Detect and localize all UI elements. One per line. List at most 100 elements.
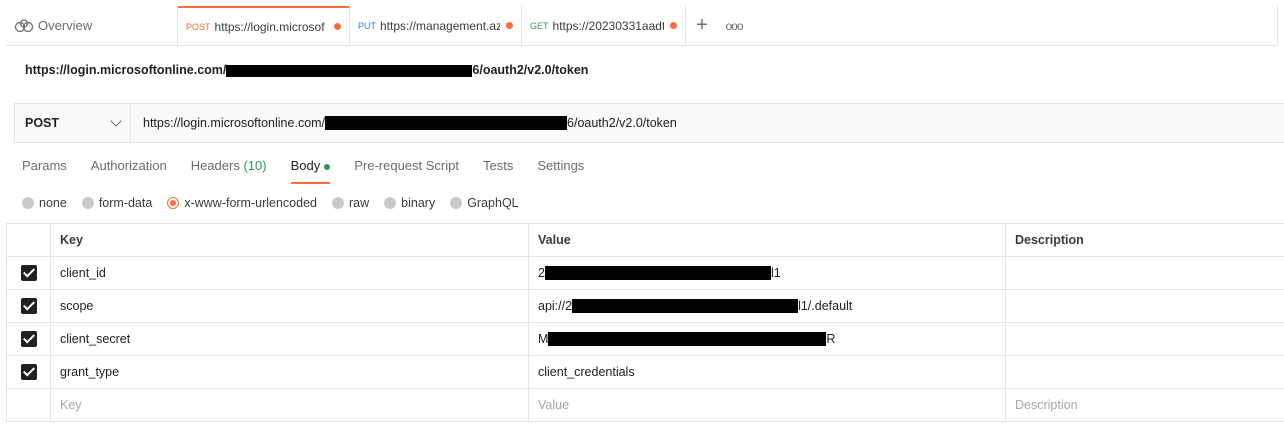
- tab-method-badge: GET: [530, 20, 549, 31]
- row-description[interactable]: [1005, 355, 1284, 389]
- table-header-row: Key Value Description: [6, 223, 1284, 257]
- row-key[interactable]: client_secret: [50, 322, 529, 356]
- radio-binary[interactable]: binary: [384, 196, 435, 210]
- redaction-bar: [572, 299, 799, 314]
- row-value[interactable]: client_credentials: [528, 355, 1006, 389]
- column-header-value: Value: [528, 223, 1006, 257]
- headers-count: (10): [243, 158, 267, 173]
- row-checkbox-cell: [6, 355, 51, 389]
- tab-request-put[interactable]: PUT https://management.az: [350, 6, 522, 45]
- method-label: POST: [25, 116, 60, 130]
- value-prefix: api://2: [538, 298, 573, 313]
- checkbox-header: [6, 223, 51, 257]
- row-key[interactable]: grant_type: [50, 355, 529, 389]
- tab-headers[interactable]: Headers (10): [191, 158, 267, 184]
- row-checkbox-cell: [6, 256, 51, 290]
- radio-circle-icon: [81, 197, 94, 209]
- tab-body-label: Body: [290, 158, 321, 173]
- tab-pre-request-script[interactable]: Pre-request Script: [354, 158, 459, 184]
- tab-params[interactable]: Params: [22, 158, 67, 184]
- row-checkbox-cell: [6, 388, 51, 422]
- column-header-description: Description: [1005, 223, 1284, 257]
- radio-form-data[interactable]: form-data: [81, 196, 153, 210]
- tab-request-get[interactable]: GET https://20230331aadte: [522, 6, 686, 45]
- radio-label: x-www-form-urlencoded: [184, 196, 317, 210]
- tab-request-post[interactable]: POST https://login.microsof: [178, 6, 350, 45]
- more-horizontal-icon[interactable]: ooo: [718, 6, 750, 45]
- radio-raw[interactable]: raw: [332, 196, 369, 210]
- radio-label: none: [39, 196, 67, 210]
- row-description[interactable]: [1005, 322, 1284, 356]
- checkbox-checked-icon[interactable]: [20, 298, 37, 314]
- radio-circle-icon: [384, 197, 397, 209]
- radio-selected-icon: [167, 197, 180, 209]
- column-header-key: Key: [50, 223, 529, 257]
- tab-tests[interactable]: Tests: [483, 158, 513, 184]
- radio-urlencoded[interactable]: x-www-form-urlencoded: [167, 196, 317, 210]
- method-dropdown[interactable]: POST: [15, 104, 131, 142]
- row-key[interactable]: client_id: [50, 256, 529, 290]
- request-title-suffix: 6/oauth2/v2.0/token: [472, 63, 589, 77]
- redaction-bar: [544, 266, 771, 281]
- radio-label: form-data: [98, 196, 153, 210]
- tab-overview[interactable]: Overview: [6, 6, 178, 45]
- redaction-bar: [548, 332, 827, 347]
- body-type-selector: none form-data x-www-form-urlencoded raw…: [22, 194, 534, 212]
- radio-none[interactable]: none: [22, 196, 67, 210]
- body-params-table: Key Value Description client_id 2 l1 scop…: [6, 223, 1284, 422]
- value-prefix: M: [538, 331, 549, 346]
- tab-authorization[interactable]: Authorization: [91, 158, 167, 184]
- redaction-bar: [325, 116, 568, 130]
- tab-method-badge: PUT: [358, 20, 376, 31]
- radio-label: GraphQL: [467, 196, 519, 210]
- overview-icon: [14, 18, 34, 32]
- tab-overview-label: Overview: [38, 18, 93, 33]
- radio-label: binary: [401, 196, 436, 210]
- url-prefix: https://login.microsoftonline.com/: [143, 116, 326, 130]
- new-key-input[interactable]: Key: [50, 388, 529, 422]
- chevron-down-icon: [110, 115, 122, 127]
- row-description[interactable]: [1005, 289, 1284, 323]
- tab-url-label: https://20230331aadte: [552, 18, 664, 33]
- radio-graphql[interactable]: GraphQL: [450, 196, 519, 210]
- unsaved-dot-icon: [670, 22, 677, 29]
- url-bar: POST https://login.microsoftonline.com/6…: [14, 103, 1284, 143]
- unsaved-dot-icon: [506, 22, 513, 29]
- row-checkbox-cell: [6, 289, 51, 323]
- request-title[interactable]: https://login.microsoftonline.com/6/oaut…: [25, 63, 588, 77]
- radio-circle-icon: [22, 197, 34, 209]
- radio-label: raw: [349, 196, 370, 210]
- checkbox-checked-icon[interactable]: [20, 265, 37, 281]
- new-value-input[interactable]: Value: [528, 388, 1006, 422]
- redaction-bar: [226, 64, 473, 77]
- request-tab-bar: Overview POST https://login.microsof PUT…: [6, 6, 1278, 46]
- table-row-new: Key Value Description: [6, 388, 1284, 422]
- value-suffix: l1: [770, 265, 781, 280]
- row-value[interactable]: 2 l1: [528, 256, 1006, 290]
- tab-settings[interactable]: Settings: [537, 158, 584, 184]
- value-suffix: l1/.default: [798, 298, 853, 313]
- tab-url-label: https://management.az: [380, 18, 500, 33]
- row-value[interactable]: MR: [528, 322, 1006, 356]
- value-suffix: R: [826, 331, 836, 346]
- url-input[interactable]: https://login.microsoftonline.com/6/oaut…: [131, 104, 1284, 142]
- table-row: client_id 2 l1: [6, 256, 1284, 290]
- value-prefix: 2: [538, 265, 545, 280]
- tab-url-label: https://login.microsof: [214, 19, 325, 34]
- new-description-input[interactable]: Description: [1005, 388, 1284, 422]
- value-text: client_credentials: [538, 365, 635, 379]
- radio-circle-icon: [332, 197, 344, 209]
- plus-icon[interactable]: +: [686, 6, 718, 45]
- row-value[interactable]: api://2 l1/.default: [528, 289, 1006, 323]
- url-suffix: 6/oauth2/v2.0/token: [567, 116, 677, 130]
- table-row: grant_type client_credentials: [6, 355, 1284, 389]
- status-dot-icon: [324, 163, 331, 170]
- tab-method-badge: POST: [186, 21, 211, 32]
- table-row: scope api://2 l1/.default: [6, 289, 1284, 323]
- checkbox-checked-icon[interactable]: [20, 331, 37, 347]
- row-description[interactable]: [1005, 256, 1284, 290]
- checkbox-checked-icon[interactable]: [20, 364, 37, 380]
- tab-body[interactable]: Body: [290, 158, 331, 184]
- row-key[interactable]: scope: [50, 289, 529, 323]
- request-tabs: Params Authorization Headers (10) Body P…: [22, 158, 608, 184]
